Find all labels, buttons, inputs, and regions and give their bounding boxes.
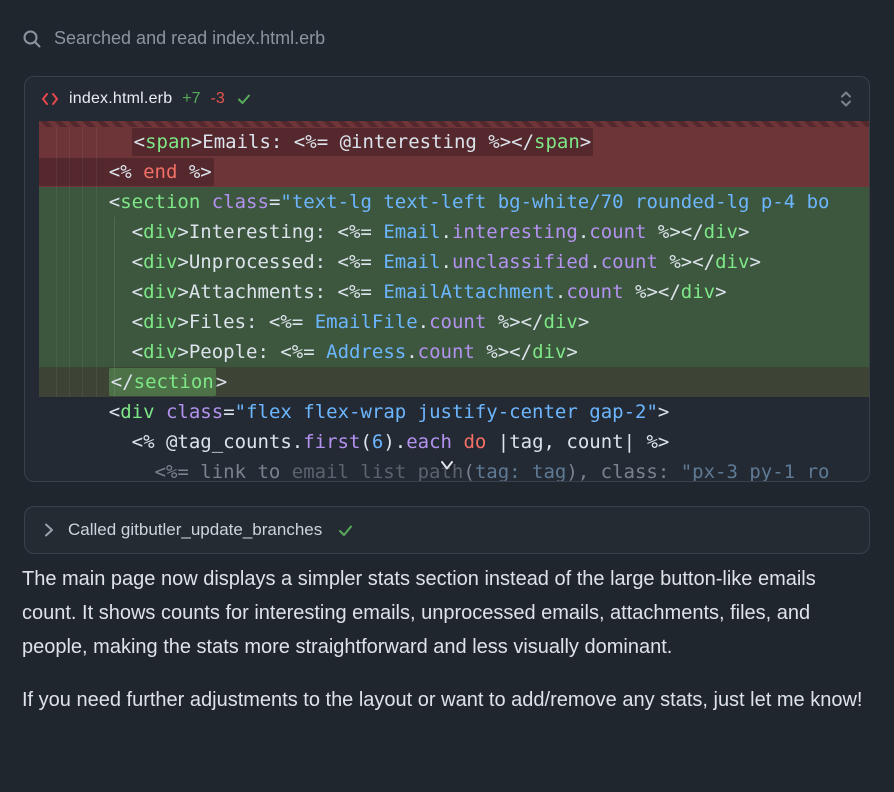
tool-call-card[interactable]: Called gitbutler_update_branches — [24, 506, 870, 554]
search-status-text: Searched and read index.html.erb — [54, 28, 325, 49]
diff-word-highlight: </section — [109, 368, 216, 396]
indent-guide — [82, 127, 83, 397]
code-line: <% end %> — [39, 157, 869, 187]
up-down-chevron-icon[interactable] — [839, 90, 853, 108]
diff-additions: +7 — [182, 90, 200, 108]
code-line: <div class="flex flex-wrap justify-cente… — [39, 397, 869, 427]
code-line: </section> — [39, 367, 869, 397]
check-icon — [336, 522, 355, 539]
code-line: <div>Unprocessed: <%= Email.unclassified… — [39, 247, 869, 277]
code-line: <section class="text-lg text-left bg-whi… — [39, 187, 869, 217]
code-line: <% @tag_counts.first(6).each do |tag, co… — [39, 427, 869, 457]
code-line: <div>Attachments: <%= EmailAttachment.co… — [39, 277, 869, 307]
indent-guide — [69, 127, 70, 397]
code-diff-view[interactable]: <span>Emails: <%= @interesting %></span>… — [25, 121, 869, 482]
indent-guide — [96, 127, 97, 397]
code-icon — [41, 91, 59, 107]
indent-guide — [114, 217, 115, 397]
search-status-row: Searched and read index.html.erb — [22, 28, 325, 49]
diff-card: index.html.erb +7 -3 <span>Emails: <%= @… — [24, 76, 870, 482]
search-icon — [22, 29, 42, 49]
code-line: <div>People: <%= Address.count %></div> — [39, 337, 869, 367]
diff-word-highlight: <span>Emails: <%= @interesting %></span> — [132, 128, 594, 156]
code-line: <div>Interesting: <%= Email.interesting.… — [39, 217, 869, 247]
code-line: <span>Emails: <%= @interesting %></span> — [39, 127, 869, 157]
assistant-message: The main page now displays a simpler sta… — [22, 562, 870, 717]
diff-word-highlight: <% end %> — [39, 158, 214, 186]
code-line: <div>Files: <%= EmailFile.count %></div> — [39, 307, 869, 337]
chat-transcript: Searched and read index.html.erb index.h… — [0, 0, 894, 792]
message-paragraph: If you need further adjustments to the l… — [22, 683, 870, 717]
code-lines: <span>Emails: <%= @interesting %></span>… — [25, 127, 869, 482]
indent-guide — [56, 127, 57, 397]
diff-card-header[interactable]: index.html.erb +7 -3 — [25, 77, 869, 121]
diff-filename: index.html.erb — [69, 90, 172, 108]
message-paragraph: The main page now displays a simpler sta… — [22, 562, 870, 664]
chevron-down-icon[interactable] — [438, 459, 456, 473]
tool-call-label: Called gitbutler_update_branches — [68, 520, 322, 540]
check-icon — [235, 91, 253, 107]
chevron-right-icon — [43, 522, 54, 538]
diff-deletions: -3 — [211, 90, 225, 108]
